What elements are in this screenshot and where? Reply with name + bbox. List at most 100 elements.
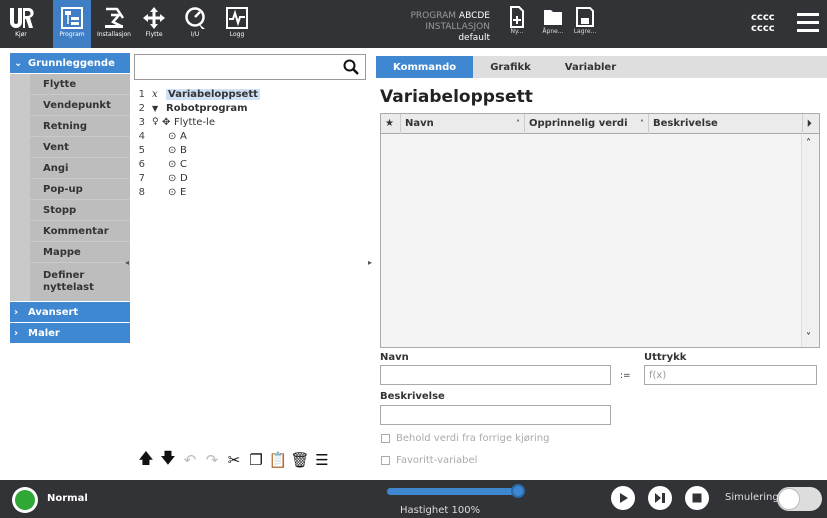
open-button-label: Åpne... — [542, 28, 564, 35]
delete-icon[interactable]: 🗑 — [290, 451, 309, 469]
node-wait[interactable]: Vent — [30, 137, 130, 157]
run-tab[interactable]: Kjør — [4, 0, 38, 48]
chevron-right-icon: › — [14, 306, 19, 318]
undo-icon[interactable]: ↶ — [181, 451, 199, 469]
tree-row[interactable]: 5 ⊙ B — [132, 143, 368, 157]
speed-slider-knob[interactable] — [511, 484, 525, 498]
description-label: Beskrivelse — [380, 391, 445, 402]
cut-icon[interactable]: ✂ — [225, 451, 243, 469]
scroll-down-icon[interactable]: ˅ — [806, 332, 811, 343]
move-down-icon[interactable]: 🡇 — [159, 449, 177, 469]
paste-icon[interactable]: 📋 — [269, 451, 288, 469]
node-direction[interactable]: Retning — [30, 116, 130, 136]
ur-logo-icon — [10, 8, 34, 28]
node-waypoint[interactable]: Vendepunkt — [30, 95, 130, 115]
column-name[interactable]: Navn ˄ — [401, 113, 525, 134]
collapse-left-handle-icon[interactable]: ◂ — [125, 258, 129, 267]
move-up-icon[interactable]: 🡅 — [137, 449, 155, 469]
move-tab[interactable]: Flytte — [138, 0, 170, 48]
waypoint-icon: ⊙ — [168, 158, 177, 170]
category-basic[interactable]: ⌄ Grunnleggende — [10, 53, 130, 73]
tree-row[interactable]: 8 ⊙ E — [132, 185, 368, 199]
basic-node-list: Flytte Vendepunkt Retning Vent Angi Pop-… — [10, 74, 130, 301]
move-arrows-icon: ✥ — [162, 116, 171, 128]
move-tab-label: Flytte — [145, 31, 163, 38]
status-indicator-icon[interactable] — [12, 487, 38, 513]
line-number: 8 — [138, 186, 145, 198]
line-number: 1 — [138, 88, 145, 100]
save-button[interactable]: Lagre... — [565, 6, 605, 44]
step-button[interactable] — [648, 486, 672, 510]
program-tab[interactable]: Program — [53, 0, 91, 48]
node-set-payload[interactable]: Definer nyttelast — [30, 263, 130, 301]
node-set[interactable]: Angi — [30, 158, 130, 178]
tree-row[interactable]: 2 ▼ Robotprogram — [132, 101, 368, 115]
tab-variables[interactable]: Variabler — [548, 56, 633, 78]
node-popup[interactable]: Pop-up — [30, 179, 130, 199]
speed-slider[interactable] — [387, 488, 518, 495]
new-button[interactable]: Ny... — [497, 6, 537, 44]
user-code-line-1: cccc — [751, 12, 775, 23]
play-button[interactable] — [611, 486, 635, 510]
expression-field[interactable]: f(x) — [644, 365, 817, 385]
description-field[interactable] — [380, 405, 611, 425]
scroll-up-icon[interactable]: ˄ — [806, 138, 811, 149]
tree-row[interactable]: 7 ⊙ D — [132, 171, 368, 185]
collapse-right-handle-icon[interactable]: ▸ — [368, 258, 372, 267]
redo-icon[interactable]: ↷ — [203, 451, 221, 469]
program-nodes-panel: ⌄ Grunnleggende Flytte Vendepunkt Retnin… — [10, 53, 130, 475]
node-comment[interactable]: Kommentar — [30, 221, 130, 241]
program-key: PROGRAM — [410, 11, 457, 21]
column-initial-value[interactable]: Opprinnelig verdi ˄ — [525, 113, 649, 134]
simulation-toggle[interactable] — [777, 487, 822, 511]
category-basic-label: Grunnleggende — [28, 57, 115, 69]
stop-button[interactable] — [685, 486, 709, 510]
expand-triangle-icon[interactable]: ▼ — [152, 104, 166, 113]
node-halt[interactable]: Stopp — [30, 200, 130, 220]
installation-name: default — [458, 33, 490, 43]
category-templates[interactable]: › Maler — [10, 323, 130, 343]
name-field[interactable] — [380, 365, 611, 385]
log-chart-icon — [226, 7, 248, 29]
hamburger-menu-icon[interactable] — [797, 13, 819, 33]
favorite-checkbox[interactable]: Favoritt-variabel — [381, 455, 477, 466]
keep-value-checkbox[interactable]: Behold verdi fra forrige kjøring — [381, 433, 549, 444]
favorite-star-icon[interactable]: ★ — [381, 113, 401, 134]
node-folder[interactable]: Mappe — [30, 242, 130, 262]
installation-tab-label: Installasjon — [96, 31, 131, 38]
column-description[interactable]: Beskrivelse — [649, 114, 802, 134]
app-window: Kjør Program Installasjon Flytte I/U Log… — [0, 0, 827, 518]
tree-row[interactable]: 1 x Variabeloppsett — [132, 87, 368, 101]
speed-label: Hastighet 100% — [400, 505, 481, 516]
log-tab[interactable]: Logg — [222, 0, 252, 48]
program-info: PROGRAM ABCDE INSTALLASJON default — [395, 11, 490, 44]
line-number: 4 — [138, 130, 145, 142]
chevron-right-icon: › — [14, 327, 19, 339]
tree-node-label: A — [180, 130, 187, 142]
line-number: 7 — [138, 172, 145, 184]
tree-row[interactable]: 4 ⊙ A — [132, 129, 368, 143]
table-scrollbar[interactable]: ˄ ˅ — [801, 134, 819, 347]
waypoint-icon: ⊙ — [168, 144, 177, 156]
waypoint-icon: ⊙ — [168, 172, 177, 184]
tree-row[interactable]: 6 ⊙ C — [132, 157, 368, 171]
user-code: cccc cccc — [751, 12, 775, 34]
column-expand-icon[interactable]: ⏵ — [802, 113, 819, 134]
tree-row[interactable]: 3 ♀ ✥ Flytte-le — [132, 115, 368, 129]
category-advanced[interactable]: › Avansert — [10, 302, 130, 322]
simulation-label: Simulering — [725, 492, 779, 503]
copy-icon[interactable]: ❐ — [247, 451, 265, 469]
program-tree: 1 x Variabeloppsett 2 ▼ Robotprogram 3 ♀… — [132, 87, 368, 199]
node-move[interactable]: Flytte — [30, 74, 130, 94]
tab-graphics[interactable]: Grafikk — [473, 56, 548, 78]
waypoint-icon: ⊙ — [168, 186, 177, 198]
line-number: 6 — [138, 158, 145, 170]
column-name-label: Navn — [405, 118, 434, 129]
tree-search-input[interactable] — [134, 54, 366, 80]
tree-node-label: C — [180, 158, 187, 170]
chevron-down-icon: ⌄ — [14, 57, 23, 69]
tab-command[interactable]: Kommando — [376, 56, 474, 78]
io-tab[interactable]: I/U — [180, 0, 210, 48]
suppress-icon[interactable]: ☰ — [313, 451, 331, 469]
installation-tab[interactable]: Installasjon — [95, 0, 133, 48]
